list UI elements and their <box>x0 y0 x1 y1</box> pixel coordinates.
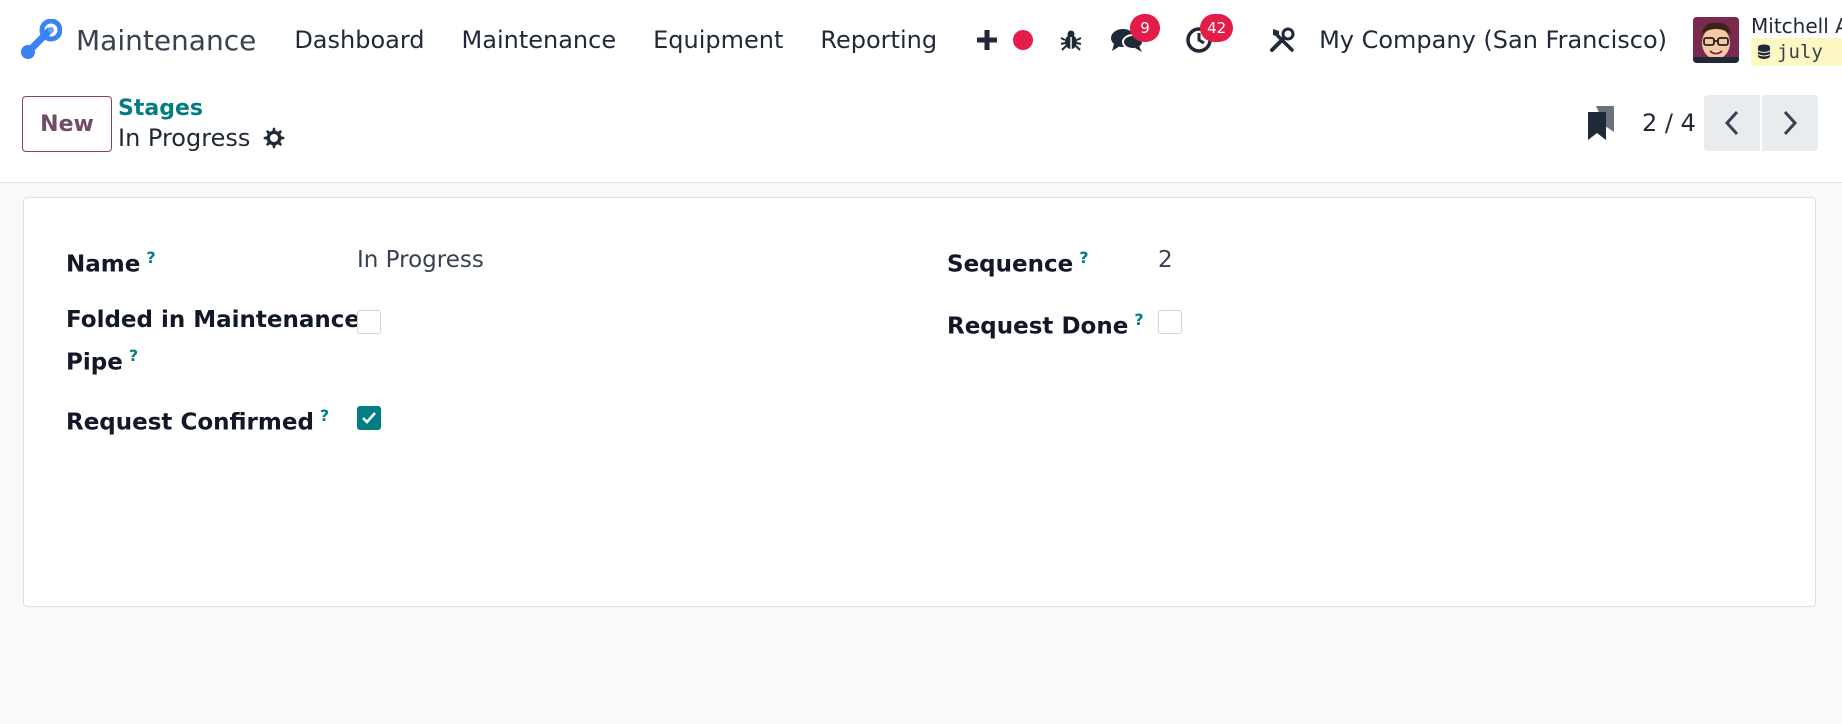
messages-button[interactable]: 9 <box>1110 14 1161 60</box>
folded-checkbox[interactable] <box>357 310 381 334</box>
sequence-help-icon[interactable]: ? <box>1079 248 1088 267</box>
done-help-icon[interactable]: ? <box>1134 310 1143 329</box>
sequence-label: Sequence? <box>947 248 1089 278</box>
menu-equipment[interactable]: Equipment <box>653 26 783 54</box>
app-brand[interactable]: Maintenance <box>20 19 256 61</box>
folded-help-icon[interactable]: ? <box>129 346 138 365</box>
user-avatar-icon <box>1693 17 1740 63</box>
bookmark-icon[interactable] <box>1586 106 1616 140</box>
activities-button[interactable]: 42 <box>1184 14 1234 60</box>
company-switcher[interactable]: My Company (San Francisco) <box>1319 26 1667 54</box>
avatar <box>1693 17 1740 63</box>
systray: 9 42 My Company (San Francisco) <box>973 14 1667 60</box>
chevron-right-icon <box>1783 110 1798 136</box>
plus-icon <box>977 30 998 50</box>
record-button[interactable] <box>1012 20 1034 60</box>
name-label: Name? <box>66 248 156 278</box>
record-title: In Progress <box>118 124 251 152</box>
app-name: Maintenance <box>76 23 257 57</box>
breadcrumb-current: In Progress <box>118 124 286 152</box>
checkmark-icon <box>362 412 376 424</box>
pager-next-button[interactable] <box>1762 95 1818 151</box>
gear-icon[interactable] <box>262 126 286 150</box>
folded-label: Folded in Maintenance Pipe? <box>66 307 361 376</box>
confirmed-checkbox[interactable] <box>357 406 381 430</box>
record-dot-icon <box>1013 30 1034 50</box>
database-name: july <box>1777 41 1823 63</box>
main-menu: Dashboard Maintenance Equipment Reportin… <box>294 26 974 54</box>
name-field[interactable]: In Progress <box>357 242 484 278</box>
messages-badge: 9 <box>1130 14 1161 42</box>
database-icon <box>1757 44 1771 59</box>
menu-maintenance[interactable]: Maintenance <box>462 26 617 54</box>
tools-button[interactable] <box>1268 20 1296 60</box>
database-badge: july <box>1751 38 1842 66</box>
activities-badge: 42 <box>1200 14 1234 42</box>
control-panel: New Stages In Progress 2 / 4 <box>0 80 1842 183</box>
breadcrumb-stages[interactable]: Stages <box>118 96 203 121</box>
confirmed-label: Request Confirmed? <box>66 406 330 436</box>
chevron-left-icon <box>1724 110 1739 136</box>
confirmed-help-icon[interactable]: ? <box>320 406 329 425</box>
user-name: Mitchell Admin <box>1751 14 1842 38</box>
maintenance-app-icon <box>21 19 62 59</box>
menu-dashboard[interactable]: Dashboard <box>294 26 424 54</box>
main-navbar: Maintenance Dashboard Maintenance Equipm… <box>0 0 1842 80</box>
debug-button[interactable] <box>1058 20 1084 60</box>
new-button[interactable]: New <box>22 96 112 152</box>
user-menu[interactable]: Mitchell Admin july <box>1693 14 1842 66</box>
done-label: Request Done? <box>947 310 1144 340</box>
quick-create-button[interactable] <box>973 20 1001 60</box>
form-sheet: Name? In Progress Folded in Maintenance … <box>23 197 1816 607</box>
name-help-icon[interactable]: ? <box>146 248 155 267</box>
sequence-field[interactable]: 2 <box>1158 242 1173 278</box>
menu-reporting[interactable]: Reporting <box>820 26 937 54</box>
pager-value[interactable]: 2 / 4 <box>1642 109 1696 137</box>
pager-previous-button[interactable] <box>1704 95 1760 151</box>
bug-icon <box>1060 30 1082 51</box>
tools-icon <box>1270 27 1295 52</box>
done-checkbox[interactable] <box>1158 310 1182 334</box>
